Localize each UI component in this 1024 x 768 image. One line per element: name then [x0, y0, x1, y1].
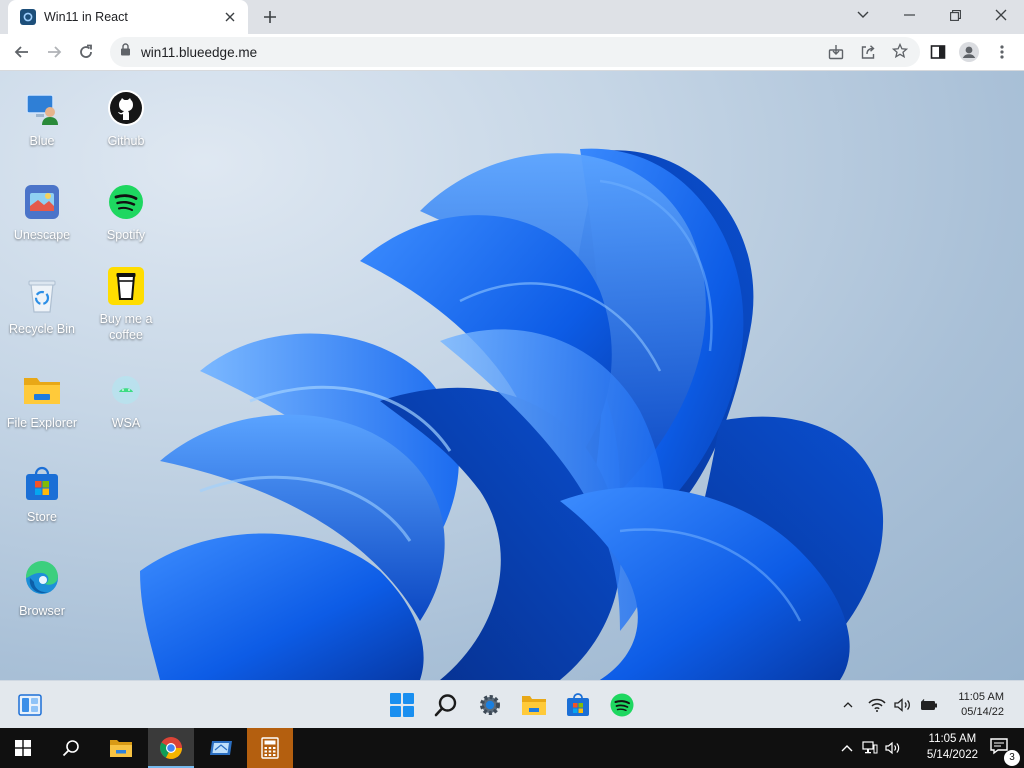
win11-taskbar: 11:05 AM 05/14/22 [0, 680, 1024, 728]
browser-toolbar: win11.blueedge.me [0, 34, 1024, 71]
edge-icon [23, 559, 61, 597]
search-icon [434, 694, 457, 717]
host-chrome-button[interactable] [148, 728, 194, 768]
back-button[interactable] [8, 38, 36, 66]
desktop-icon-label: Recycle Bin [9, 322, 75, 336]
forward-button[interactable] [40, 38, 68, 66]
desktop-icon-label: Github [107, 134, 145, 148]
tab-search-chevron-icon[interactable] [840, 0, 886, 30]
desktop-icon-label: WSA [111, 416, 141, 430]
browser-tab[interactable]: Win11 in React [8, 0, 248, 34]
desktop-icon-buy-me-a-coffee[interactable]: Buy me a coffee [84, 267, 168, 343]
win11-clock-time: 11:05 AM [958, 691, 1004, 703]
store-icon [23, 465, 61, 503]
store-button[interactable] [562, 689, 594, 721]
desktop-icon-label: Buy me a coffee [99, 312, 153, 342]
desktop-icon-unescape[interactable]: Unescape [0, 183, 84, 243]
win11-clock[interactable]: 11:05 AM 05/14/22 [958, 690, 1004, 720]
address-bar[interactable]: win11.blueedge.me [110, 37, 920, 67]
profile-avatar-icon[interactable] [955, 38, 983, 66]
recycle-bin-icon [23, 277, 61, 315]
win11-clock-date: 05/14/22 [961, 706, 1004, 718]
folder-icon [110, 740, 132, 757]
start-icon [390, 693, 414, 717]
desktop-icon-label: Blue [29, 134, 55, 148]
host-clock[interactable]: 11:05 AM 5/14/2022 [927, 731, 978, 763]
host-clock-date: 5/14/2022 [926, 749, 978, 761]
chrome-icon [160, 737, 182, 759]
desktop-icon-spotify[interactable]: Spotify [84, 183, 168, 243]
desktop-icon-github[interactable]: Github [84, 89, 168, 149]
browser-menu-icon[interactable] [988, 38, 1016, 66]
battery-icon[interactable] [918, 689, 940, 721]
widgets-button[interactable] [14, 689, 46, 721]
lock-icon[interactable] [120, 43, 131, 61]
desktop-icon-store[interactable]: Store [0, 465, 84, 525]
host-network-icon[interactable] [862, 740, 878, 756]
url-text[interactable]: win11.blueedge.me [141, 45, 257, 60]
side-panel-icon[interactable] [924, 38, 952, 66]
new-tab-button[interactable] [258, 6, 282, 28]
settings-button[interactable] [474, 689, 506, 721]
restore-button[interactable] [932, 0, 978, 30]
tab-close-icon[interactable] [222, 9, 238, 25]
store-icon [567, 693, 589, 716]
settings-icon [480, 695, 500, 715]
search-icon [62, 740, 79, 757]
unescape-icon [23, 183, 61, 221]
github-icon [107, 89, 145, 127]
tab-title: Win11 in React [44, 10, 128, 24]
file-explorer-icon [522, 696, 546, 715]
wifi-icon[interactable] [866, 689, 888, 721]
desktop-icon-label: Browser [19, 604, 65, 618]
spotify-icon [610, 693, 634, 717]
file-explorer-button[interactable] [518, 689, 550, 721]
desktop-icon-wsa[interactable]: WSA [84, 371, 168, 431]
show-hidden-icons-chevron-icon[interactable] [838, 689, 858, 721]
folder-icon [23, 371, 61, 409]
host-search-button[interactable] [48, 728, 94, 768]
win11-favicon-icon [20, 9, 36, 25]
user-pc-icon [23, 89, 61, 127]
bookmark-star-icon[interactable] [891, 42, 909, 64]
desktop-icon-browser[interactable]: Browser [0, 559, 84, 619]
install-app-icon[interactable] [828, 44, 844, 65]
host-taskbar: 11:05 AM 5/14/2022 3 [0, 728, 1024, 768]
start-button[interactable] [386, 689, 418, 721]
wsa-icon [107, 371, 145, 409]
host-hidden-icons-chevron-icon[interactable] [839, 740, 855, 756]
share-icon[interactable] [860, 44, 876, 65]
desktop-icon-recycle-bin[interactable]: Recycle Bin [0, 277, 84, 337]
win11-desktop[interactable]: Blue Unescape Recycle Bin File Explorer … [0, 71, 1024, 680]
volume-icon[interactable] [892, 689, 914, 721]
host-remote-desktop-button[interactable] [198, 728, 244, 768]
desktop-icon-label: Store [27, 510, 57, 524]
search-button[interactable] [430, 689, 462, 721]
desktop-icon-label: Unescape [13, 228, 71, 242]
spotify-icon [107, 183, 145, 221]
notification-count-badge: 3 [1004, 750, 1020, 766]
host-notifications-button[interactable]: 3 [978, 728, 1024, 768]
host-start-button[interactable] [0, 728, 46, 768]
host-volume-icon[interactable] [885, 740, 901, 756]
desktop-icon-file-explorer[interactable]: File Explorer [0, 371, 84, 431]
remote-desktop-icon [210, 741, 232, 755]
browser-tab-strip: Win11 in React [0, 0, 1024, 34]
host-clock-time: 11:05 AM [928, 733, 977, 745]
close-window-button[interactable] [978, 0, 1024, 30]
widgets-icon [18, 694, 42, 716]
desktop-icon-blue[interactable]: Blue [0, 89, 84, 149]
desktop-icon-label: File Explorer [6, 416, 78, 430]
windows-logo-icon [15, 740, 31, 756]
host-calculator-button[interactable] [247, 728, 293, 768]
coffee-cup-icon [107, 267, 145, 305]
reload-button[interactable] [72, 38, 100, 66]
calculator-icon [261, 737, 279, 759]
minimize-button[interactable] [886, 0, 932, 30]
desktop-icon-label: Spotify [106, 228, 146, 242]
spotify-button[interactable] [606, 689, 638, 721]
host-file-explorer-button[interactable] [98, 728, 144, 768]
